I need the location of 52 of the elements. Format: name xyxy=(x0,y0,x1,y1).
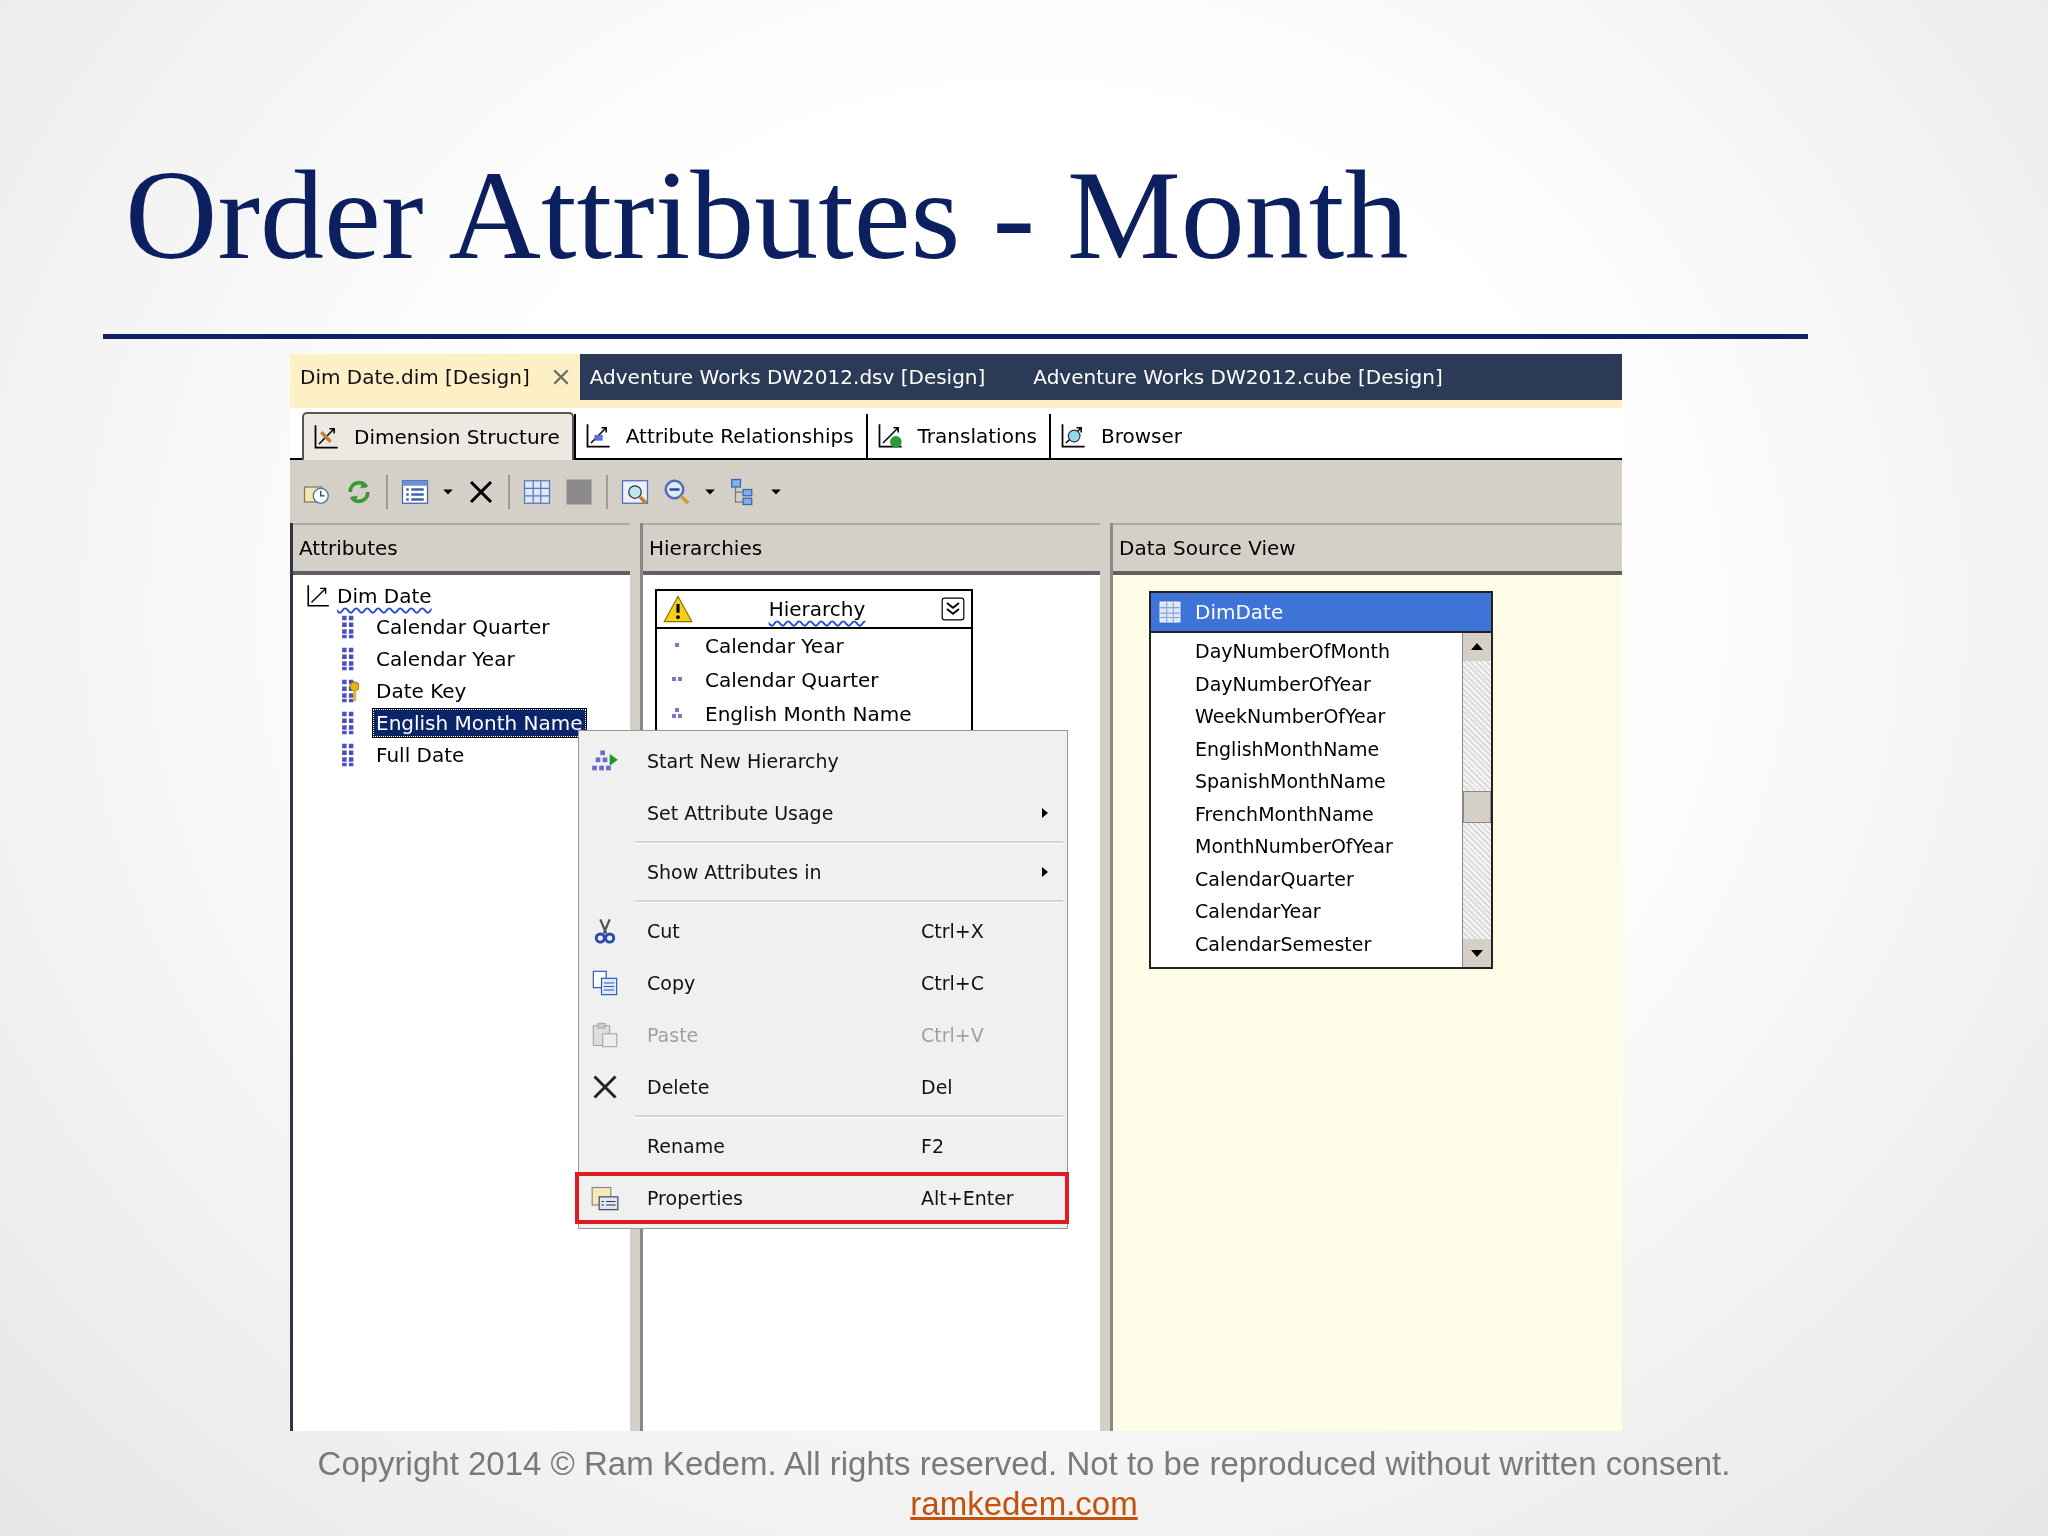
dimension-icon xyxy=(305,583,331,610)
properties-icon xyxy=(591,1184,619,1213)
menu-item[interactable]: Delete Del xyxy=(575,1061,1069,1114)
scroll-up-icon[interactable] xyxy=(1463,633,1491,662)
attribute-item[interactable]: Calendar Quarter xyxy=(373,613,553,642)
hierarchy-level[interactable]: English Month Name xyxy=(705,702,912,727)
table-column[interactable]: DayNumberOfMonth xyxy=(1195,635,1462,668)
menu-item[interactable]: Start New Hierarchy xyxy=(575,735,1069,788)
menu-item[interactable]: Set Attribute Usage xyxy=(575,787,1069,840)
designer-tab[interactable]: Translations xyxy=(865,414,1049,459)
menu-item[interactable]: Copy Ctrl+C xyxy=(575,957,1069,1010)
collapse-icon[interactable] xyxy=(941,597,965,622)
designer-tab[interactable]: Browser xyxy=(1049,414,1195,459)
table-name[interactable]: DimDate xyxy=(1195,600,1284,625)
menu-item[interactable]: Show Attributes in xyxy=(575,846,1069,899)
tree-root-label[interactable]: Dim Date xyxy=(337,584,432,609)
hierarchy-level[interactable]: Calendar Year xyxy=(705,634,844,659)
menu-item[interactable]: Rename F2 xyxy=(575,1120,1069,1173)
table-column[interactable]: CalendarSemester xyxy=(1195,927,1462,961)
attribute-item[interactable]: Calendar Year xyxy=(373,645,518,674)
table-icon xyxy=(1159,601,1181,624)
table-column[interactable]: MonthNumberOfYear xyxy=(1195,830,1462,863)
scroll-thumb[interactable] xyxy=(1463,791,1491,824)
document-tab[interactable]: Adventure Works DW2012.cube [Design] xyxy=(1023,354,1455,401)
close-icon[interactable] xyxy=(551,368,570,387)
level-icon xyxy=(671,708,683,721)
scrollbar[interactable] xyxy=(1462,633,1491,968)
menu-item[interactable]: Cut Ctrl+X xyxy=(575,905,1069,958)
table-column[interactable]: EnglishMonthName xyxy=(1195,732,1462,766)
table-column[interactable]: CalendarYear xyxy=(1195,895,1462,928)
scroll-down-icon[interactable] xyxy=(1463,939,1491,968)
table-column[interactable]: WeekNumberOfYear xyxy=(1195,700,1462,733)
copyright-notice: Copyright 2014 © Ram Kedem. All rights reserved. Not to be reproduced without written consent. xyxy=(317,1445,1731,1484)
designer-tab[interactable]: Dimension Structure xyxy=(302,412,574,461)
attribute-item[interactable]: English Month Name xyxy=(373,709,586,738)
table-column[interactable]: SpanishMonthName xyxy=(1195,765,1462,798)
document-tab[interactable]: Dim Date.dim [Design] xyxy=(290,354,580,401)
website-link[interactable]: ramkedem.com xyxy=(910,1485,1138,1524)
hierarchy-name[interactable]: Hierarchy xyxy=(693,597,941,622)
copy-icon xyxy=(591,969,619,998)
document-tab[interactable]: Adventure Works DW2012.dsv [Design] xyxy=(579,354,998,401)
attribute-item[interactable]: Date Key xyxy=(373,677,470,706)
warning-icon xyxy=(663,595,693,624)
table-column[interactable]: FrenchMonthName xyxy=(1195,797,1462,831)
table-column[interactable]: CalendarQuarter xyxy=(1195,862,1462,896)
slide-title: Order Attributes - Month xyxy=(125,148,1409,283)
table-column[interactable]: DayNumberOfYear xyxy=(1195,667,1462,701)
attribute-item[interactable]: Full Date xyxy=(373,741,468,770)
hierarchy-level[interactable]: Calendar Quarter xyxy=(705,668,879,693)
designer-tab[interactable]: Attribute Relationships xyxy=(573,414,866,459)
menu-item[interactable]: Properties Alt+Enter xyxy=(575,1172,1069,1225)
paste-icon xyxy=(591,1021,619,1050)
